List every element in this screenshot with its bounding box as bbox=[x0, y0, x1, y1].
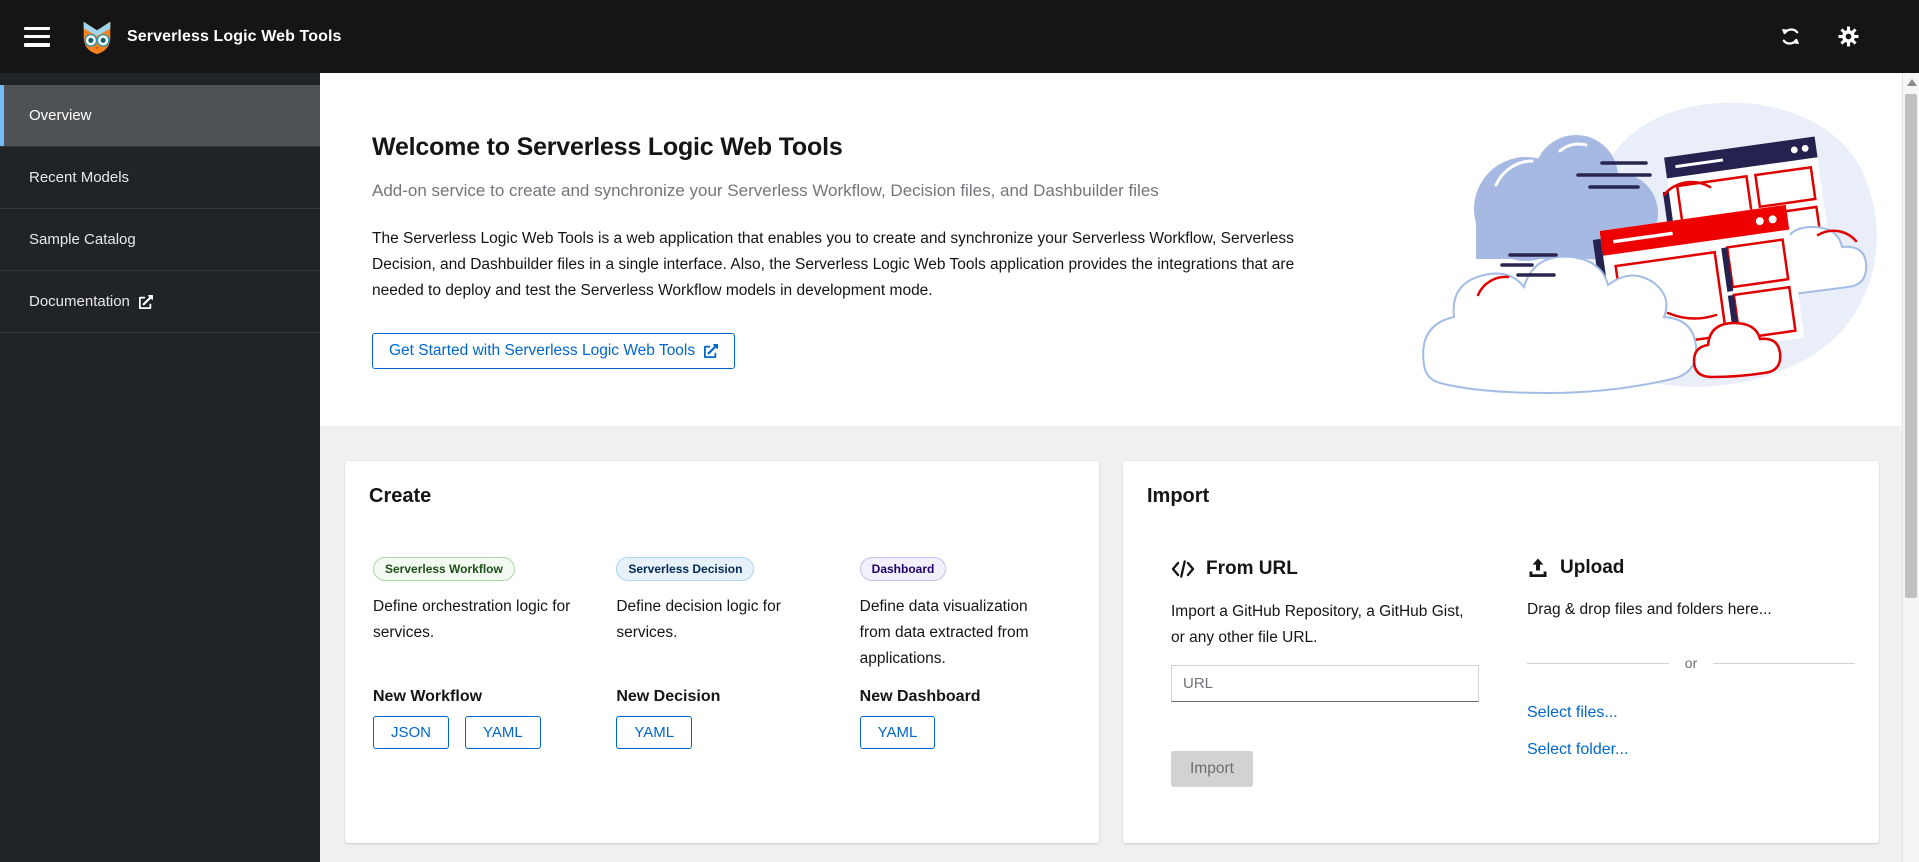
welcome-section: Welcome to Serverless Logic Web Tools Ad… bbox=[320, 73, 1902, 426]
import-options: From URL Import a GitHub Repository, a G… bbox=[1147, 557, 1856, 787]
create-card: Create Serverless Workflow Define orches… bbox=[345, 461, 1099, 843]
scrollbar-up-arrow-icon[interactable] bbox=[1907, 79, 1917, 86]
import-upload-column: Upload Drag & drop files and folders her… bbox=[1503, 557, 1856, 787]
select-folder-link[interactable]: Select folder... bbox=[1527, 741, 1628, 759]
create-col-serverless-decision: Serverless Decision Define decision logi… bbox=[616, 557, 827, 749]
import-button[interactable]: Import bbox=[1171, 751, 1253, 787]
divider-line bbox=[1527, 662, 1669, 664]
main-content: Welcome to Serverless Logic Web Tools Ad… bbox=[320, 73, 1902, 862]
app-title: Serverless Logic Web Tools bbox=[127, 27, 342, 45]
or-divider: or bbox=[1527, 655, 1856, 671]
new-workflow-json-button[interactable]: JSON bbox=[373, 716, 450, 749]
get-started-label: Get Started with Serverless Logic Web To… bbox=[389, 342, 696, 359]
hamburger-bar bbox=[24, 43, 50, 47]
import-card: Import From URL Import a GitHub Reposito… bbox=[1123, 461, 1879, 843]
welcome-description: The Serverless Logic Web Tools is a web … bbox=[372, 230, 1295, 299]
create-description: Define data visualization from data extr… bbox=[859, 598, 1029, 668]
sidebar-item-recent-models[interactable]: Recent Models bbox=[0, 147, 320, 209]
external-link-icon bbox=[704, 344, 719, 358]
divider-line bbox=[1713, 662, 1856, 664]
upload-heading: Upload bbox=[1527, 557, 1855, 579]
sidebar-item-sample-catalog[interactable]: Sample Catalog bbox=[0, 209, 320, 271]
create-description: Define orchestration logic for services. bbox=[373, 598, 571, 642]
nav-toggle-hamburger-button[interactable] bbox=[24, 25, 54, 49]
create-col-dashboard: Dashboard Define data visualization from… bbox=[859, 557, 1071, 749]
masthead-actions bbox=[1777, 24, 1893, 50]
cloud-illustration bbox=[1422, 102, 1877, 395]
sidebar-nav: Overview Recent Models Sample Catalog Do… bbox=[0, 73, 320, 862]
sidebar-item-label: Documentation bbox=[29, 293, 130, 310]
create-col-serverless-workflow: Serverless Workflow Define orchestration… bbox=[373, 557, 584, 749]
code-icon bbox=[1171, 560, 1195, 578]
serverless-decision-badge: Serverless Decision bbox=[616, 557, 755, 582]
from-url-heading: From URL bbox=[1171, 557, 1479, 581]
sync-icon[interactable] bbox=[1777, 24, 1803, 50]
external-link-icon bbox=[138, 294, 153, 309]
upload-icon bbox=[1529, 558, 1547, 577]
select-files-link[interactable]: Select files... bbox=[1527, 704, 1618, 722]
new-workflow-label: New Workflow bbox=[373, 688, 483, 705]
new-decision-label: New Decision bbox=[616, 688, 721, 705]
upload-title: Upload bbox=[1560, 557, 1625, 578]
cards-section: Create Serverless Workflow Define orches… bbox=[320, 426, 1902, 862]
settings-gear-icon[interactable] bbox=[1835, 24, 1861, 50]
url-input[interactable] bbox=[1171, 665, 1479, 702]
owl-logo-icon bbox=[78, 18, 116, 56]
sidebar-item-label: Overview bbox=[29, 107, 92, 124]
upload-description: Drag & drop files and folders here... bbox=[1527, 601, 1772, 618]
hamburger-bar bbox=[24, 34, 50, 39]
masthead: Serverless Logic Web Tools bbox=[0, 0, 1919, 73]
import-from-url-column: From URL Import a GitHub Repository, a G… bbox=[1147, 557, 1479, 787]
import-card-title: Import bbox=[1147, 485, 1210, 507]
sidebar-item-label: Sample Catalog bbox=[29, 231, 136, 248]
hamburger-bar bbox=[24, 26, 50, 30]
create-card-title: Create bbox=[369, 485, 432, 507]
scrollbar-thumb[interactable] bbox=[1905, 94, 1917, 598]
from-url-title: From URL bbox=[1206, 558, 1298, 579]
get-started-button[interactable]: Get Started with Serverless Logic Web To… bbox=[372, 333, 736, 369]
sidebar-item-label: Recent Models bbox=[29, 169, 130, 186]
new-decision-yaml-button[interactable]: YAML bbox=[616, 716, 693, 749]
create-description: Define decision logic for services. bbox=[616, 598, 781, 642]
from-url-description: Import a GitHub Repository, a GitHub Gis… bbox=[1171, 603, 1464, 646]
new-dashboard-label: New Dashboard bbox=[859, 688, 981, 705]
sidebar-item-overview[interactable]: Overview bbox=[0, 85, 320, 147]
dashboard-badge: Dashboard bbox=[859, 557, 947, 582]
or-label: or bbox=[1684, 655, 1698, 671]
vertical-scrollbar[interactable] bbox=[1902, 73, 1919, 862]
create-options: Serverless Workflow Define orchestration… bbox=[369, 557, 1075, 749]
serverless-workflow-badge: Serverless Workflow bbox=[373, 557, 515, 582]
sidebar-item-documentation[interactable]: Documentation bbox=[0, 271, 320, 333]
new-workflow-yaml-button[interactable]: YAML bbox=[465, 716, 541, 749]
new-dashboard-yaml-button[interactable]: YAML bbox=[859, 716, 936, 749]
